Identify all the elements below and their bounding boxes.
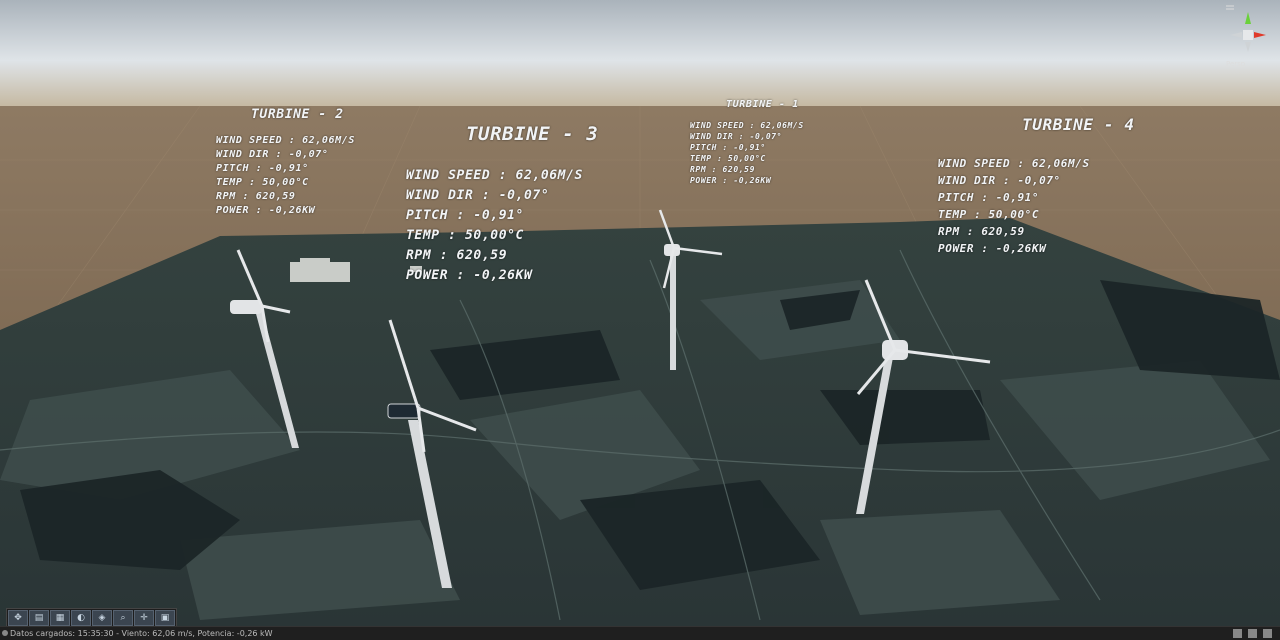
turbine-3-rpm: RPM : 620,59 bbox=[406, 248, 508, 263]
scene-viewport[interactable]: TURBINE - 2 WIND SPEED : 62,06M/S WIND D… bbox=[0, 0, 1280, 640]
status-bar: Datos cargados: 15:35:30 - Viento: 62,06… bbox=[0, 626, 1280, 640]
gizmo-x-axis-icon[interactable] bbox=[1254, 32, 1266, 38]
turbine-3-wind-dir: WIND DIR : -0,07° bbox=[406, 188, 550, 203]
turbine-4-wind-dir: WIND DIR : -0,07° bbox=[938, 174, 1061, 187]
settings-icon[interactable] bbox=[1263, 629, 1272, 638]
layers-tool-icon[interactable]: ▦ bbox=[50, 610, 70, 626]
turbine-3-temp: TEMP : 50,00°C bbox=[406, 228, 524, 243]
bug-icon[interactable] bbox=[1233, 629, 1242, 638]
turbine-2-rpm: RPM : 620,59 bbox=[216, 191, 296, 202]
layers-icon[interactable] bbox=[1248, 629, 1257, 638]
camera-tool-icon[interactable]: ▣ bbox=[155, 610, 175, 626]
zoom-tool-icon[interactable]: ⌕ bbox=[113, 610, 133, 626]
turbine-1-rpm: RPM : 620,59 bbox=[690, 165, 755, 174]
turbine-2-temp: TEMP : 50,00°C bbox=[216, 177, 309, 188]
turbine-3-title: TURBINE - 3 bbox=[466, 123, 599, 145]
turbine-4-panel: TURBINE - 4 WIND SPEED : 62,06M/S WIND D… bbox=[938, 116, 1135, 257]
info-icon bbox=[2, 630, 8, 636]
lighting-tool-icon[interactable]: ◐ bbox=[71, 610, 91, 626]
turbine-2-wind-speed: WIND SPEED : 62,06M/S bbox=[216, 135, 356, 146]
gizmo-center-cube-icon[interactable] bbox=[1243, 30, 1253, 40]
turbine-4-pitch: PITCH : -0,91° bbox=[938, 191, 1040, 204]
sky bbox=[0, 0, 1280, 110]
scene-3d[interactable] bbox=[0, 0, 1280, 640]
turbine-3-power: POWER : -0,26KW bbox=[406, 268, 533, 283]
turbine-1-power: POWER : -0,26KW bbox=[690, 176, 772, 185]
turbine-2-pitch: PITCH : -0,91° bbox=[216, 163, 309, 174]
gizmo-y-axis-icon[interactable] bbox=[1245, 12, 1251, 24]
turbine-2-wind-dir: WIND DIR : -0,07° bbox=[216, 149, 329, 160]
turbine-1-pitch: PITCH : -0,91° bbox=[690, 143, 766, 152]
turbine-2-power: POWER : -0,26KW bbox=[216, 205, 316, 216]
turbine-4-title: TURBINE - 4 bbox=[1022, 115, 1135, 134]
gizmo-neg-x-axis-icon[interactable] bbox=[1230, 32, 1242, 38]
projection-label[interactable]: Persp bbox=[1226, 60, 1245, 68]
turbine-4-power: POWER : -0,26KW bbox=[938, 242, 1047, 255]
turbine-4-wind-speed: WIND SPEED : 62,06M/S bbox=[938, 157, 1090, 170]
status-actions bbox=[1233, 627, 1272, 638]
turbine-3-pitch: PITCH : -0,91° bbox=[406, 208, 524, 223]
turbine-4-rpm: RPM : 620,59 bbox=[938, 225, 1025, 238]
turbine-2-panel: TURBINE - 2 WIND SPEED : 62,06M/S WIND D… bbox=[216, 108, 355, 218]
turbine-1-wind-speed: WIND SPEED : 62,06M/S bbox=[690, 121, 804, 130]
effects-tool-icon[interactable]: ◈ bbox=[92, 610, 112, 626]
turbine-1-title: TURBINE - 1 bbox=[726, 99, 799, 110]
turbine-1-wind-dir: WIND DIR : -0,07° bbox=[690, 132, 783, 141]
status-message: Datos cargados: 15:35:30 - Viento: 62,06… bbox=[10, 629, 273, 638]
turbine-1-panel: TURBINE - 1 WIND SPEED : 62,06M/S WIND D… bbox=[690, 99, 804, 186]
turbine-3-wind-speed: WIND SPEED : 62,06M/S bbox=[406, 168, 583, 183]
grid-tool-icon[interactable]: ▤ bbox=[29, 610, 49, 626]
turbine-2-title: TURBINE - 2 bbox=[251, 107, 344, 122]
turbine-4-temp: TEMP : 50,00°C bbox=[938, 208, 1040, 221]
pan-tool-icon[interactable]: ✛ bbox=[134, 610, 154, 626]
turbine-1-temp: TEMP : 50,00°C bbox=[690, 154, 766, 163]
gizmo-neg-y-axis-icon[interactable] bbox=[1245, 42, 1251, 52]
scene-toolbar: ✥ ▤ ▦ ◐ ◈ ⌕ ✛ ▣ bbox=[6, 608, 177, 628]
move-tool-icon[interactable]: ✥ bbox=[8, 610, 28, 626]
turbine-3-panel: TURBINE - 3 WIND SPEED : 62,06M/S WIND D… bbox=[406, 124, 598, 286]
